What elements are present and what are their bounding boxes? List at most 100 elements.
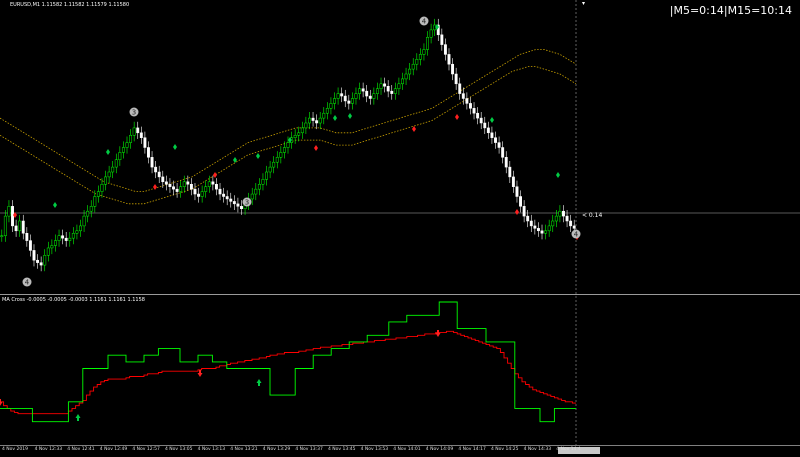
candle-body xyxy=(104,176,107,185)
sell-signal-diamond xyxy=(412,126,416,132)
candle-body xyxy=(504,157,508,168)
ma-fast-line xyxy=(0,301,576,423)
candle-body xyxy=(368,95,372,99)
candle-body xyxy=(71,233,75,239)
candle-body xyxy=(340,93,344,97)
candle-body xyxy=(129,135,133,143)
candle-body xyxy=(511,176,515,187)
buy-signal-diamond xyxy=(556,172,560,178)
candle-body xyxy=(390,90,394,94)
sell-signal-diamond xyxy=(515,209,519,215)
candle-body xyxy=(46,247,50,256)
candle-body xyxy=(533,225,537,229)
candle-body xyxy=(486,127,490,134)
pane-separator[interactable] xyxy=(0,294,800,295)
candle-body xyxy=(286,142,290,148)
candle-body xyxy=(440,34,444,45)
candle-body xyxy=(79,225,82,232)
candle-body xyxy=(50,245,54,249)
candle-body xyxy=(350,98,354,104)
time-tick-label: 4 Nov 14:33 xyxy=(523,447,552,452)
candle-body xyxy=(347,100,351,104)
price-chart[interactable]: 4 3 3 4 4 xyxy=(0,0,800,456)
time-tick-label: 4 Nov 12:49 xyxy=(99,447,128,452)
candle-body xyxy=(554,215,558,222)
candle-body xyxy=(240,206,243,210)
candle-body xyxy=(300,127,304,134)
candle-body xyxy=(565,215,569,222)
candle-body xyxy=(229,198,233,202)
timer-readout: |M5=0:14|M15=10:14 xyxy=(669,4,792,17)
time-tick-label: 4 Nov 13:45 xyxy=(328,447,356,452)
price-line-label: < 0.14 xyxy=(582,212,603,219)
candle-body xyxy=(472,108,476,114)
candle-body xyxy=(75,230,79,234)
time-tick-label: 4 Nov 13:21 xyxy=(230,447,258,452)
candle-body xyxy=(304,122,308,129)
candle-body xyxy=(372,93,376,99)
candle-body xyxy=(529,220,533,227)
candle-body xyxy=(168,184,172,187)
candle-body xyxy=(544,230,548,234)
candle-body xyxy=(265,171,268,180)
buy-signal-diamond xyxy=(256,153,260,159)
candle-body xyxy=(279,152,283,158)
candle-body xyxy=(107,171,111,178)
candle-body xyxy=(32,250,36,261)
cross-down-arrow-icon xyxy=(0,399,3,406)
candle-body xyxy=(111,166,115,173)
candle-body xyxy=(93,196,97,207)
candle-body xyxy=(519,196,522,207)
candle-body xyxy=(154,166,158,173)
candle-body xyxy=(411,63,415,70)
time-tick-label: 4 Nov 12:41 xyxy=(67,447,95,452)
candle-body xyxy=(157,171,161,178)
candle-body xyxy=(490,132,494,138)
candle-body xyxy=(354,93,358,99)
candle-body xyxy=(211,181,215,185)
candle-body xyxy=(132,127,136,136)
buy-signal-diamond xyxy=(348,113,352,119)
candle-body xyxy=(214,184,218,190)
candle-body xyxy=(282,147,286,153)
candle-body xyxy=(64,237,68,241)
time-tick-label: 4 Nov 14:09 xyxy=(425,447,454,452)
candle-body xyxy=(89,206,93,212)
symbol-header: EURUSD,M1 1.11582 1.11582 1.11579 1.1158… xyxy=(10,2,130,8)
candle-body xyxy=(494,137,497,143)
candle-body xyxy=(358,88,362,94)
candle-body xyxy=(268,166,272,173)
candle-body xyxy=(200,191,204,197)
candle-body xyxy=(454,73,458,85)
candle-body xyxy=(25,233,29,241)
candle-body xyxy=(28,240,32,251)
wave-label-text: 4 xyxy=(574,231,579,239)
wave-label-text: 3 xyxy=(245,199,249,207)
candle-body xyxy=(361,88,365,92)
candle-body xyxy=(476,112,480,119)
candle-body xyxy=(547,225,551,232)
candle-body xyxy=(497,142,501,148)
candle-body xyxy=(404,73,408,80)
cross-down-arrow-icon xyxy=(435,330,441,337)
candle-body xyxy=(222,193,226,197)
time-tick-label: 4 Nov 12:33 xyxy=(34,447,63,452)
buy-signal-diamond xyxy=(173,144,177,150)
candle-body xyxy=(272,161,276,168)
candle-body xyxy=(0,235,4,237)
candle-body xyxy=(136,127,140,134)
candle-body xyxy=(96,191,100,197)
sell-signal-diamond xyxy=(455,114,459,120)
candle-body xyxy=(207,181,211,187)
candle-body xyxy=(551,220,555,227)
candle-body xyxy=(161,176,165,183)
candle-body xyxy=(558,210,562,217)
candle-body xyxy=(11,206,14,227)
candle-body xyxy=(308,117,311,124)
candle-body xyxy=(250,193,254,200)
sell-signal-diamond xyxy=(213,172,217,178)
candle-body xyxy=(379,83,383,89)
trading-chart-window: 4 3 3 4 4 EURUSD,M1 1.11582 1.11582 1.11579 … xyxy=(0,0,800,457)
wave-label-text: 3 xyxy=(132,109,136,117)
candle-body xyxy=(3,215,7,236)
